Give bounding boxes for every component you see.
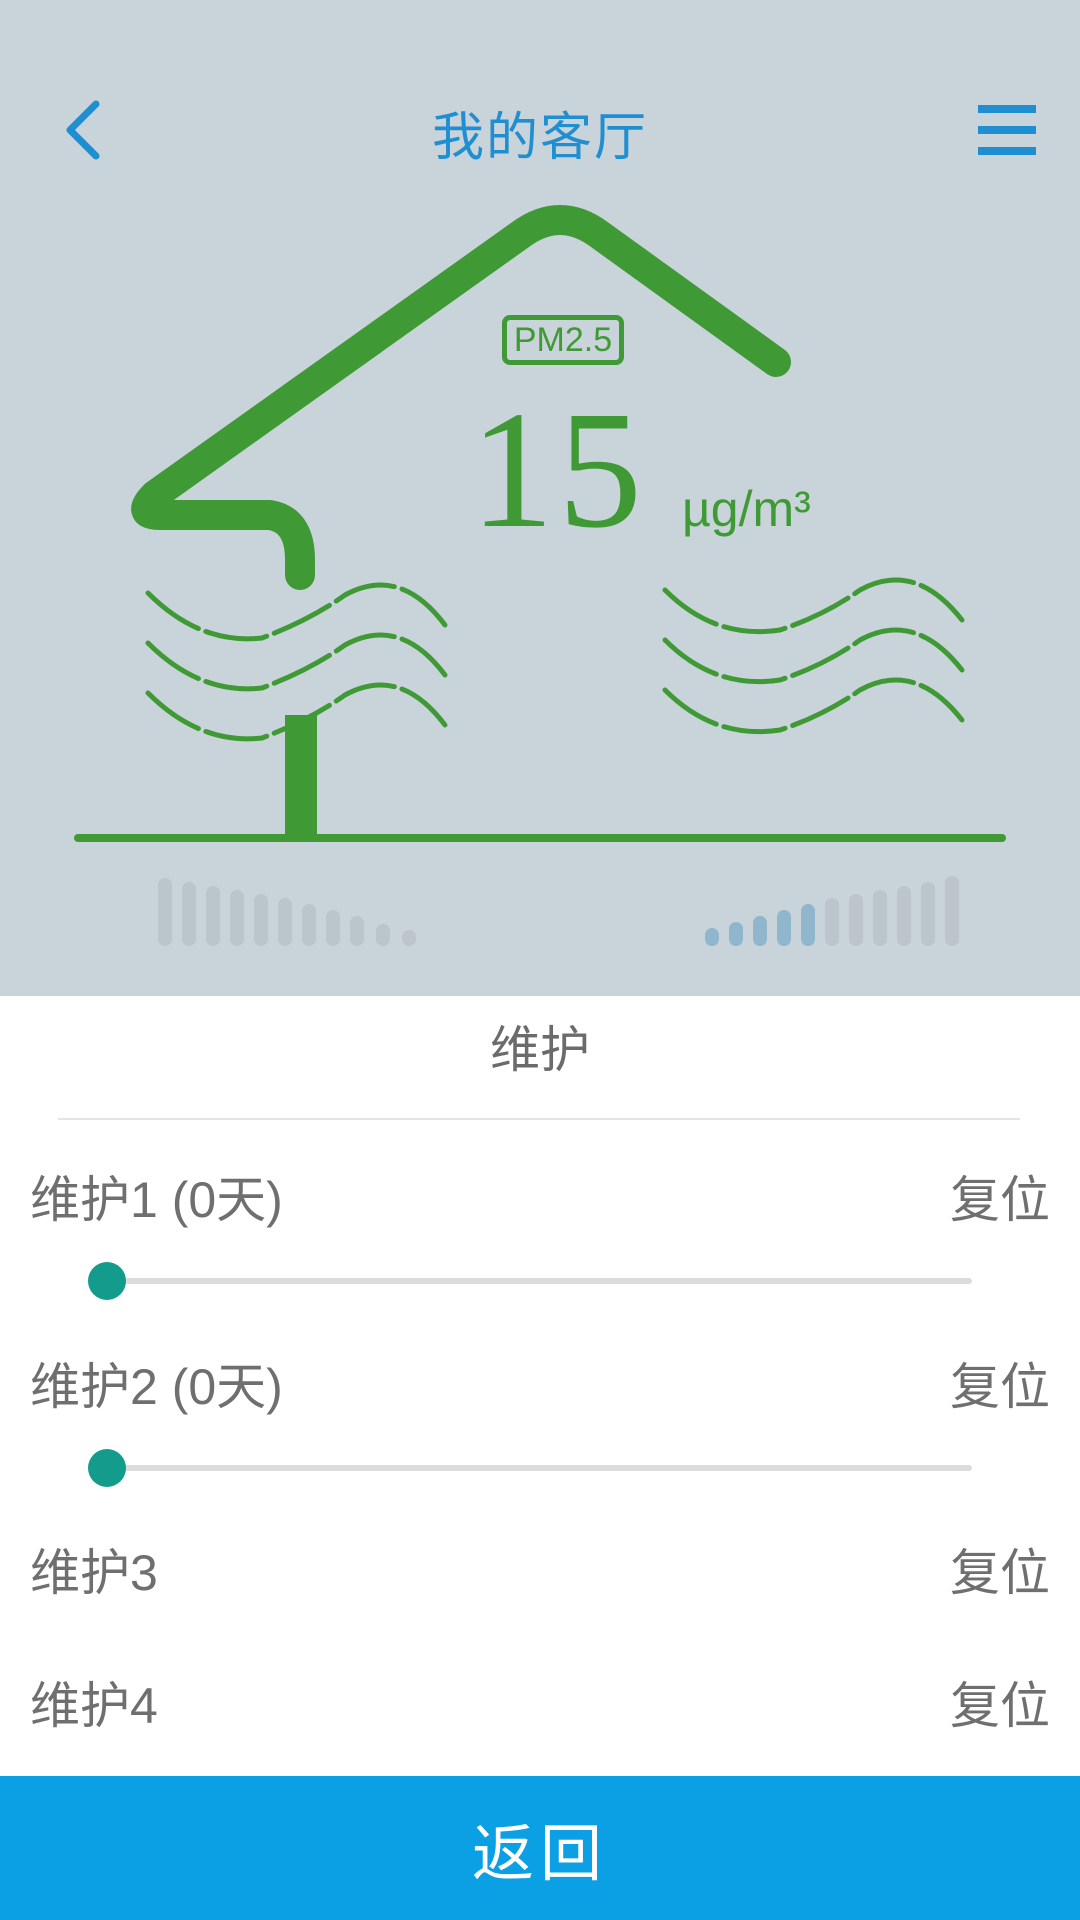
right-air-waves [662,577,965,735]
maintenance-3-reset-button[interactable]: 复位 [950,1533,1050,1605]
maintenance-1-slider-thumb[interactable] [88,1262,126,1300]
maintenance-2-slider-track[interactable] [106,1465,972,1471]
maintenance-1-slider-track[interactable] [106,1278,972,1284]
tree-trunk [285,715,317,835]
return-button[interactable]: 返回 [0,1776,1080,1920]
maintenance-2-reset-button[interactable]: 复位 [950,1347,1050,1419]
pm25-unit: µg/m³ [682,481,811,537]
panel-title: 维护 [490,1021,590,1079]
panel-divider [58,1118,1020,1120]
left-level-bars [158,878,416,946]
maintenance-2-label: 维护2 (0天) [30,1359,283,1415]
maintenance-2-slider-thumb[interactable] [88,1449,126,1487]
right-level-bars [705,876,959,946]
page-title: 我的客厅 [431,108,648,168]
maintenance-1-reset-button[interactable]: 复位 [950,1160,1050,1232]
maintenance-3-label: 维护3 [30,1545,158,1601]
house-illustration [74,205,1006,946]
hamburger-menu-icon [978,105,1036,155]
pm25-value: 15 [470,377,646,563]
menu-button[interactable] [950,80,1060,180]
pm25-badge: PM2.5 [502,315,624,365]
maintenance-1-label: 维护1 (0天) [30,1172,283,1228]
maintenance-4-reset-button[interactable]: 复位 [950,1666,1050,1738]
air-quality-display: 我的客厅 PM2.5 15 µg/m³ [0,0,1080,996]
maintenance-4-label: 维护4 [30,1678,158,1734]
return-button-label: 返回 [471,1817,608,1890]
